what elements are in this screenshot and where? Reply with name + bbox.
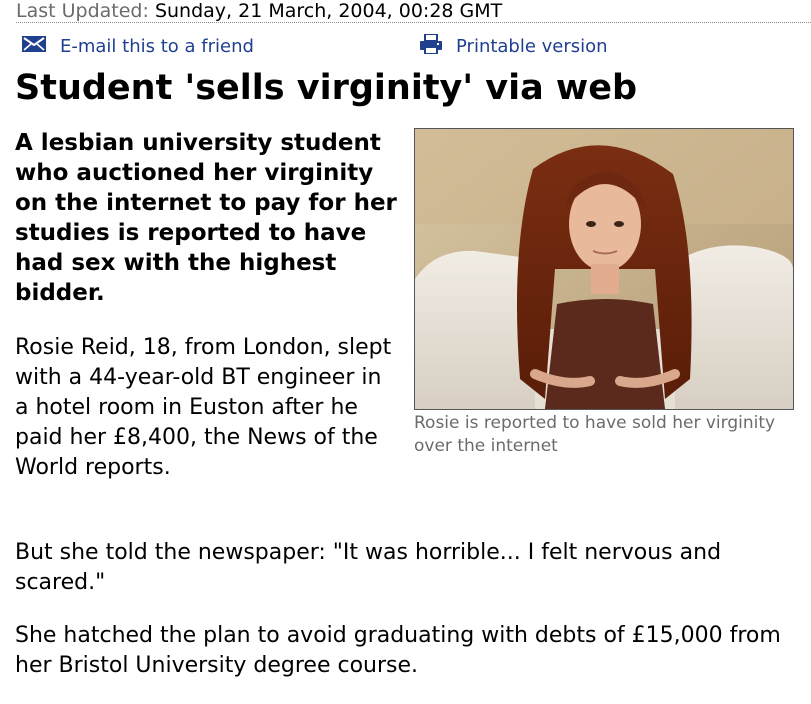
article-intro: A lesbian university student who auction… — [15, 130, 397, 306]
article-photo — [414, 128, 794, 410]
article-paragraph: She hatched the plan to avoid graduating… — [15, 623, 781, 678]
envelope-icon — [22, 35, 46, 57]
article-paragraph: Rosie Reid, 18, from London, slept with … — [15, 335, 392, 480]
printable-version-link[interactable]: Printable version — [420, 32, 608, 59]
photo-caption: Rosie is reported to have sold her virgi… — [414, 413, 776, 456]
last-updated-date: Sunday, 21 March, 2004, 00:28 GMT — [154, 0, 503, 22]
article-paragraph: But she told the newspaper: "It was horr… — [15, 540, 722, 595]
last-updated: Last Updated: Sunday, 21 March, 2004, 00… — [16, 0, 811, 23]
article-headline: Student 'sells virginity' via web — [15, 68, 638, 108]
printable-version-label: Printable version — [456, 35, 608, 57]
last-updated-label: Last Updated: — [16, 0, 149, 22]
email-friend-link[interactable]: E-mail this to a friend — [22, 35, 254, 57]
printer-icon — [420, 32, 442, 59]
email-friend-label: E-mail this to a friend — [60, 35, 254, 57]
